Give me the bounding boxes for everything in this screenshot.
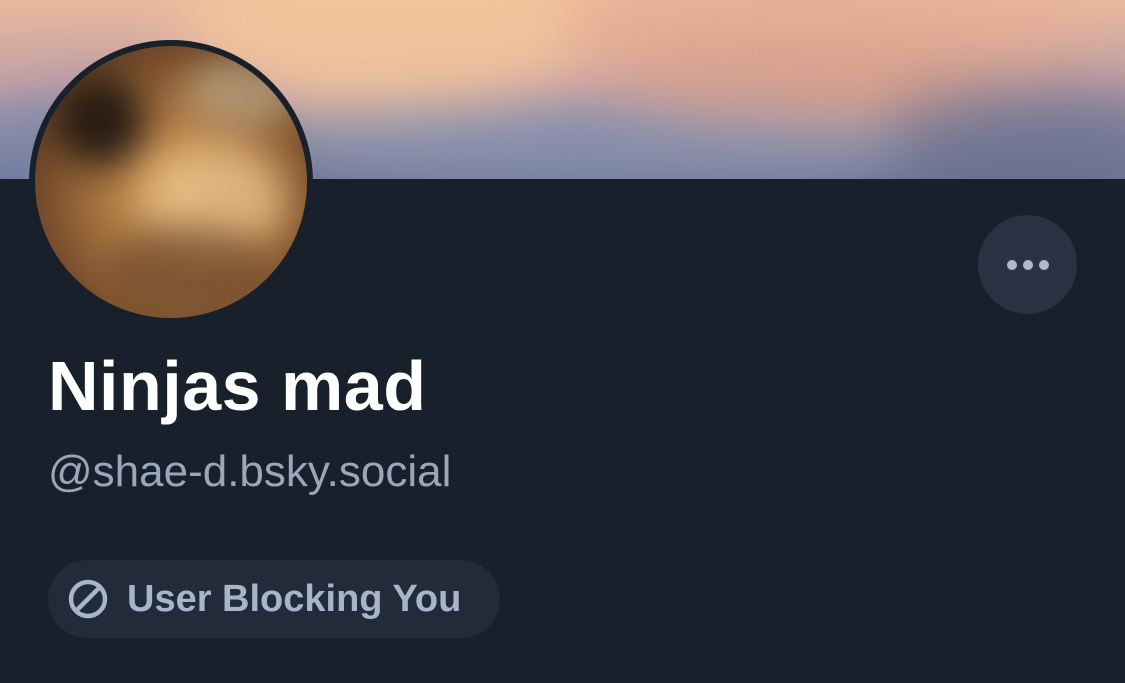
block-icon bbox=[67, 578, 109, 620]
avatar-image bbox=[35, 46, 307, 318]
profile-screen: Ninjas mad @shae-d.bsky.social User Bloc… bbox=[0, 0, 1125, 683]
ellipsis-icon bbox=[1006, 259, 1050, 271]
profile-handle: @shae-d.bsky.social bbox=[48, 447, 452, 496]
blocking-status-label: User Blocking You bbox=[127, 577, 462, 620]
display-name: Ninjas mad bbox=[48, 347, 427, 425]
blocking-status-badge[interactable]: User Blocking You bbox=[48, 560, 500, 638]
more-options-button[interactable] bbox=[978, 215, 1077, 314]
avatar[interactable] bbox=[29, 40, 313, 324]
